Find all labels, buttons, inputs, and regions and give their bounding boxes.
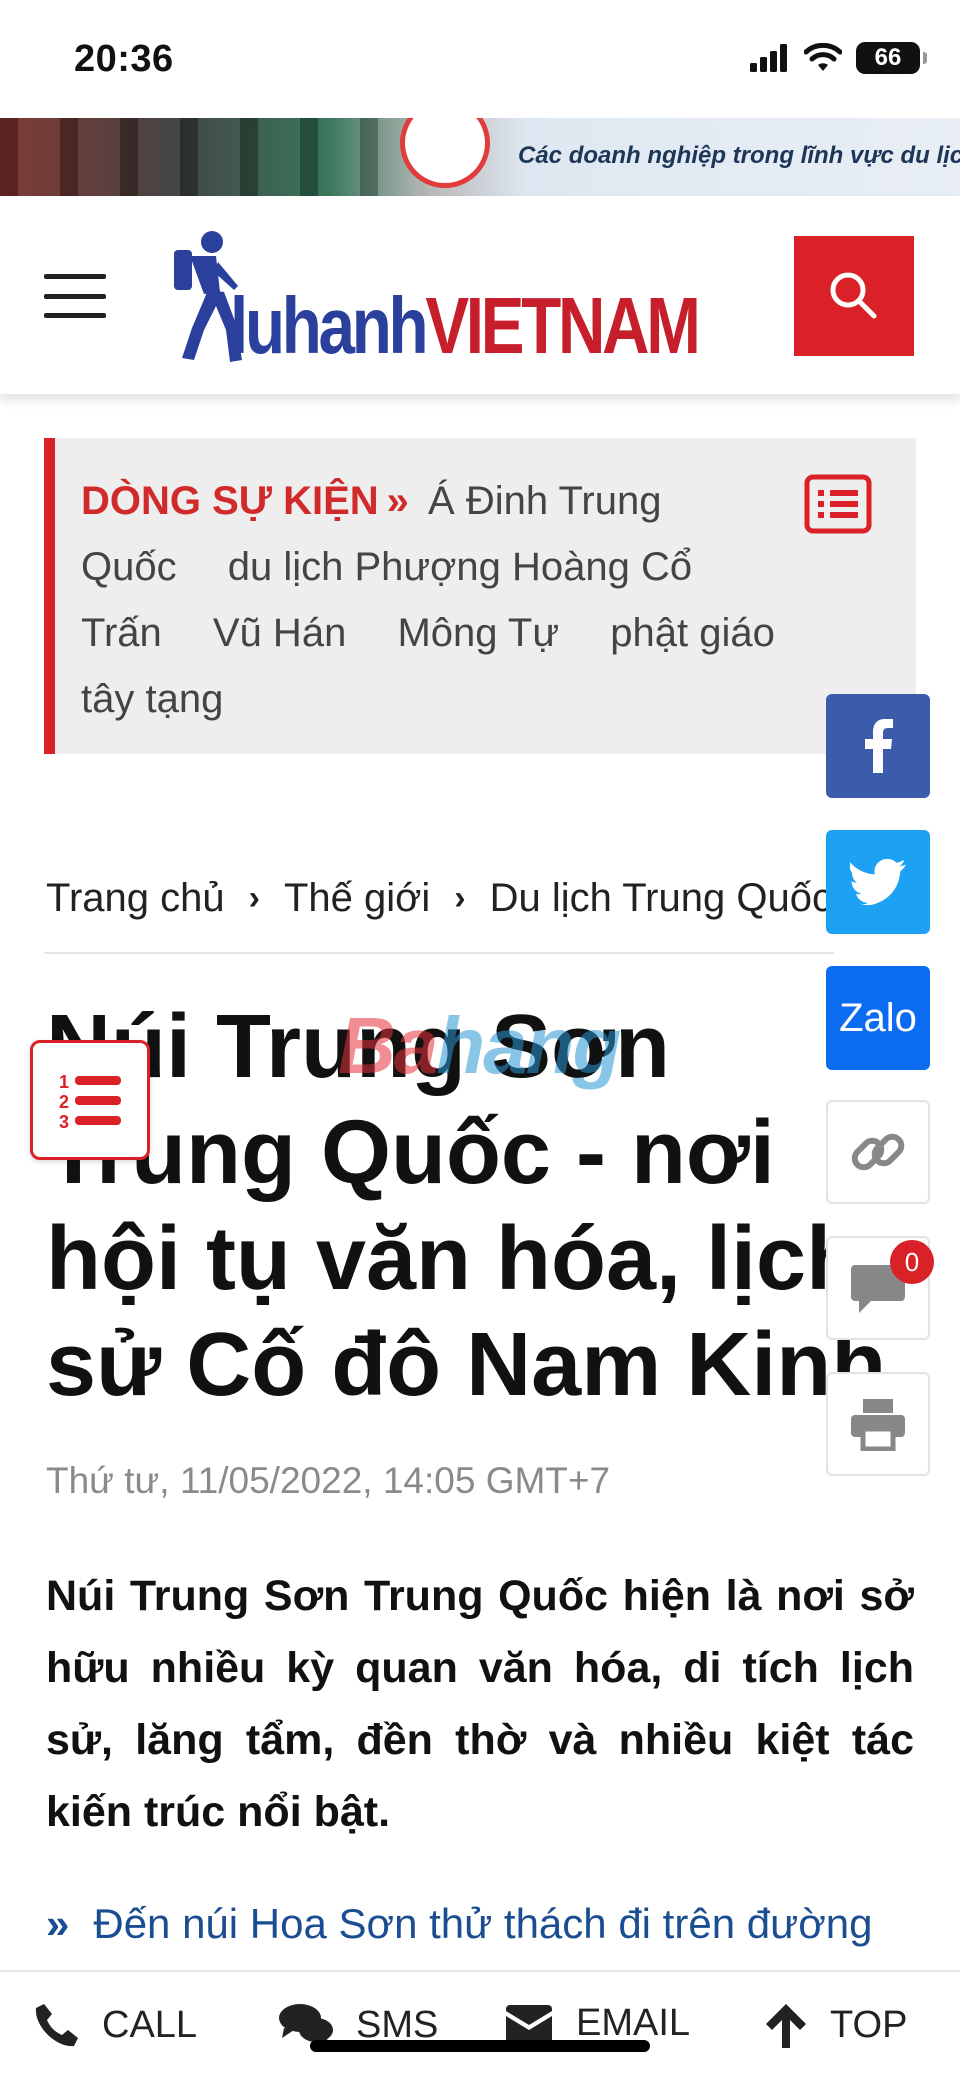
- call-button[interactable]: CALL: [34, 2002, 197, 2048]
- print-button[interactable]: [826, 1372, 930, 1476]
- related-article-title: Đến núi Hoa Sơn thử thách đi trên đường: [93, 1900, 873, 1947]
- breadcrumb-home[interactable]: Trang chủ: [46, 876, 225, 921]
- system-icons: 66: [750, 42, 927, 74]
- breadcrumb-world[interactable]: Thế giới: [284, 876, 430, 921]
- facebook-icon: [865, 719, 893, 773]
- bottom-action-bar: CALL SMS EMAIL TOP: [0, 1970, 960, 2079]
- breadcrumb-china-travel[interactable]: Du lịch Trung Quốc: [490, 876, 832, 921]
- watermark: Bahang: [338, 1001, 621, 1090]
- article-lead: Núi Trung Sơn Trung Quốc hiện là nơi sở …: [46, 1572, 914, 1836]
- event-stream: DÒNG SỰ KIỆN» Á Đinh Trung Quốc du lịch …: [44, 438, 916, 754]
- breadcrumb: Trang chủ › Thế giới › Du lịch Trung Quố…: [46, 870, 836, 926]
- back-to-top-button[interactable]: TOP: [764, 2002, 907, 2048]
- table-of-contents-button[interactable]: 1 2 3: [30, 1040, 150, 1160]
- call-label: CALL: [102, 2003, 198, 2046]
- divider: [44, 952, 834, 954]
- top-label: TOP: [830, 2003, 908, 2046]
- logo-text: luhanhVIETNAM: [230, 281, 701, 370]
- home-indicator: [310, 2040, 650, 2052]
- numbered-list-icon: 1 2 3: [59, 1072, 121, 1130]
- chevron-right-icon: »: [386, 479, 409, 523]
- list-icon[interactable]: [804, 474, 872, 534]
- breadcrumb-separator: ›: [454, 878, 466, 917]
- article-date: Thứ tư, 11/05/2022, 14:05 GMT+7: [46, 1460, 611, 1501]
- menu-icon[interactable]: [44, 274, 106, 318]
- svg-text:1: 1: [59, 1072, 69, 1092]
- related-article-link[interactable]: » Đến núi Hoa Sơn thử thách đi trên đường: [46, 1900, 926, 1948]
- search-button[interactable]: [794, 236, 914, 356]
- cellular-signal-icon: [750, 44, 787, 72]
- comment-count-badge: 0: [890, 1240, 934, 1284]
- zalo-share-button[interactable]: Zalo: [826, 966, 930, 1070]
- printer-icon: [851, 1399, 905, 1451]
- site-logo[interactable]: luhanhVIETNAM: [168, 228, 701, 370]
- email-label: EMAIL: [576, 2002, 691, 2044]
- event-tag[interactable]: Mông Tự: [397, 611, 559, 655]
- arrow-up-icon: [766, 2004, 806, 2048]
- search-icon: [830, 272, 877, 319]
- svg-text:3: 3: [59, 1112, 69, 1130]
- ad-text: Các doanh nghiệp trong lĩnh vực du lịch: [518, 142, 960, 169]
- facebook-share-button[interactable]: [826, 694, 930, 798]
- phone-icon: [35, 2004, 78, 2047]
- twitter-icon: [850, 859, 906, 905]
- twitter-share-button[interactable]: [826, 830, 930, 934]
- event-tag[interactable]: Vũ Hán: [213, 611, 346, 655]
- comments-button[interactable]: 0: [826, 1236, 934, 1340]
- event-stream-label: DÒNG SỰ KIỆN: [81, 479, 379, 523]
- envelope-icon: [506, 2004, 552, 2043]
- status-time: 20:36: [74, 38, 174, 80]
- site-header: luhanhVIETNAM: [0, 196, 960, 394]
- battery-icon: 66: [856, 42, 927, 74]
- svg-text:2: 2: [59, 1092, 69, 1112]
- copy-link-button[interactable]: [826, 1100, 930, 1204]
- ad-banner[interactable]: Các doanh nghiệp trong lĩnh vực du lịch: [0, 118, 960, 196]
- email-button[interactable]: EMAIL: [504, 2002, 690, 2045]
- ad-image: [0, 118, 420, 196]
- double-chevron-icon: »: [46, 1900, 70, 1947]
- status-bar: 20:36 66: [0, 0, 960, 118]
- link-icon: [851, 1133, 905, 1171]
- breadcrumb-separator: ›: [248, 878, 260, 917]
- wifi-icon: [804, 43, 842, 71]
